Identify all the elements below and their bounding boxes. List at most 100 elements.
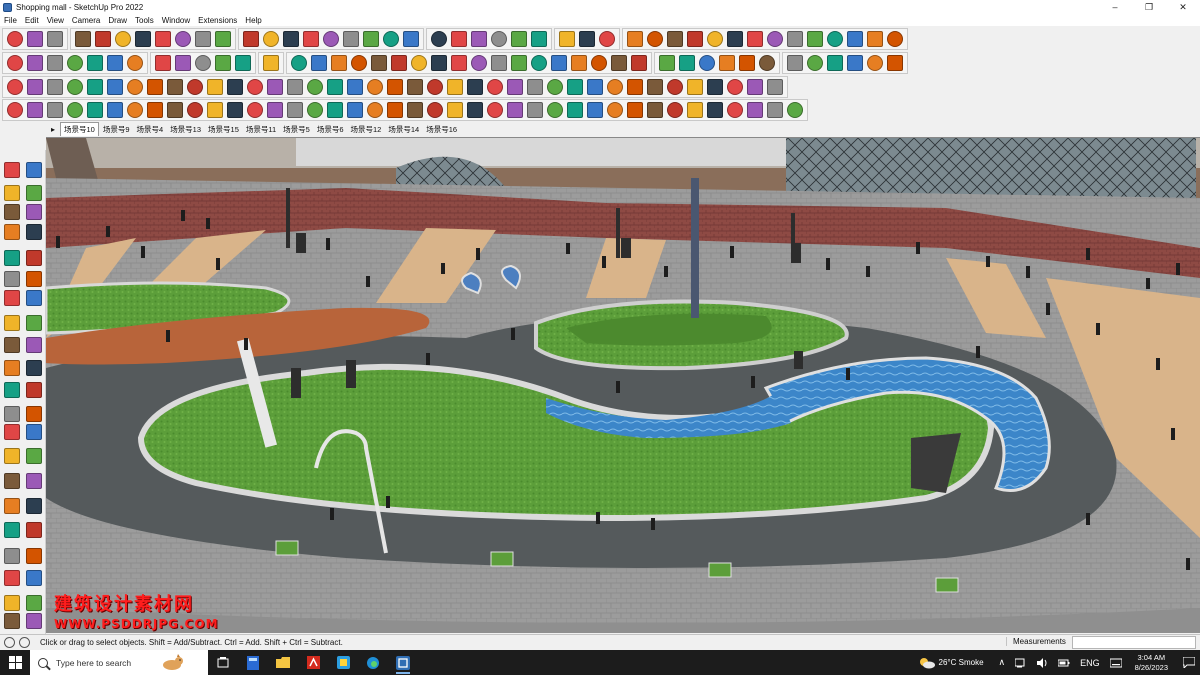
scene-tab[interactable]: 场景号13 — [167, 123, 204, 136]
toolbar-tool-icon[interactable] — [659, 54, 675, 71]
toolbar-tool-icon[interactable] — [667, 30, 683, 47]
tool-palette-icon[interactable] — [4, 406, 20, 422]
battery-icon[interactable] — [1058, 658, 1070, 668]
tool-palette-icon[interactable] — [26, 290, 42, 306]
toolbar-tool-icon[interactable] — [27, 78, 43, 95]
toolbar-tool-icon[interactable] — [687, 78, 703, 95]
speaker-icon[interactable] — [1037, 657, 1048, 668]
toolbar-tool-icon[interactable] — [135, 30, 151, 47]
toolbar-tool-icon[interactable] — [687, 30, 703, 47]
toolbar-tool-icon[interactable] — [471, 30, 487, 47]
toolbar-tool-icon[interactable] — [167, 78, 183, 95]
tool-palette-icon[interactable] — [4, 382, 20, 398]
toolbar-tool-icon[interactable] — [95, 30, 111, 47]
toolbar-tool-icon[interactable] — [579, 30, 595, 47]
toolbar-tool-icon[interactable] — [507, 101, 523, 118]
tool-palette-icon[interactable] — [4, 360, 20, 376]
menu-file[interactable]: File — [4, 16, 17, 25]
toolbar-tool-icon[interactable] — [367, 101, 383, 118]
toolbar-tool-icon[interactable] — [727, 78, 743, 95]
scene-tab[interactable]: 场景号15 — [205, 123, 242, 136]
toolbar-tool-icon[interactable] — [447, 78, 463, 95]
tool-palette-icon[interactable] — [4, 250, 20, 266]
toolbar-tool-icon[interactable] — [27, 30, 43, 47]
toolbar-tool-icon[interactable] — [267, 101, 283, 118]
tool-palette-icon[interactable] — [26, 224, 42, 240]
tool-palette-icon[interactable] — [26, 337, 42, 353]
sketchup-app[interactable] — [388, 650, 418, 675]
toolbar-tool-icon[interactable] — [215, 54, 231, 71]
toolbar-tool-icon[interactable] — [607, 78, 623, 95]
toolbar-tool-icon[interactable] — [707, 101, 723, 118]
toolbar-tool-icon[interactable] — [607, 101, 623, 118]
tool-palette-icon[interactable] — [26, 360, 42, 376]
toolbar-tool-icon[interactable] — [719, 54, 735, 71]
menu-camera[interactable]: Camera — [72, 16, 100, 25]
toolbar-tool-icon[interactable] — [599, 30, 615, 47]
toolbar-tool-icon[interactable] — [487, 78, 503, 95]
tool-palette-icon[interactable] — [26, 424, 42, 440]
acrobat-app[interactable] — [298, 650, 328, 675]
toolbar-tool-icon[interactable] — [67, 101, 83, 118]
toolbar-tool-icon[interactable] — [87, 101, 103, 118]
toolbar-tool-icon[interactable] — [507, 78, 523, 95]
toolbar-tool-icon[interactable] — [627, 78, 643, 95]
toolbar-tool-icon[interactable] — [587, 78, 603, 95]
info-icon[interactable] — [4, 637, 15, 648]
toolbar-tool-icon[interactable] — [283, 30, 299, 47]
toolbar-tool-icon[interactable] — [387, 78, 403, 95]
menu-window[interactable]: Window — [162, 16, 190, 25]
toolbar-tool-icon[interactable] — [611, 54, 627, 71]
tool-palette-icon[interactable] — [4, 185, 20, 201]
toolbar-tool-icon[interactable] — [427, 101, 443, 118]
toolbar-tool-icon[interactable] — [387, 101, 403, 118]
toolbar-tool-icon[interactable] — [407, 78, 423, 95]
measurements-input[interactable] — [1072, 636, 1196, 649]
tool-palette-icon[interactable] — [26, 271, 42, 287]
toolbar-tool-icon[interactable] — [687, 101, 703, 118]
tool-palette-icon[interactable] — [26, 185, 42, 201]
toolbar-tool-icon[interactable] — [343, 30, 359, 47]
model-render[interactable] — [46, 138, 1200, 633]
toolbar-tool-icon[interactable] — [291, 54, 307, 71]
tool-palette-icon[interactable] — [4, 522, 20, 538]
toolbar-tool-icon[interactable] — [47, 30, 63, 47]
toolbar-tool-icon[interactable] — [631, 54, 647, 71]
toolbar-tool-icon[interactable] — [547, 101, 563, 118]
credits-icon[interactable] — [19, 637, 30, 648]
toolbar-tool-icon[interactable] — [67, 78, 83, 95]
toolbar-tool-icon[interactable] — [567, 78, 583, 95]
tool-palette-icon[interactable] — [4, 424, 20, 440]
close-button[interactable]: ✕ — [1166, 0, 1200, 14]
toolbar-tool-icon[interactable] — [147, 78, 163, 95]
toolbar-tool-icon[interactable] — [243, 30, 259, 47]
toolbar-tool-icon[interactable] — [347, 101, 363, 118]
toolbar-tool-icon[interactable] — [371, 54, 387, 71]
toolbar-tool-icon[interactable] — [263, 54, 279, 71]
notifications-icon[interactable] — [1183, 657, 1195, 668]
menu-view[interactable]: View — [47, 16, 64, 25]
toolbar-tool-icon[interactable] — [263, 30, 279, 47]
tool-palette-icon[interactable] — [26, 406, 42, 422]
toolbar-tool-icon[interactable] — [327, 101, 343, 118]
toolbar-tool-icon[interactable] — [759, 54, 775, 71]
toolbar-tool-icon[interactable] — [787, 54, 803, 71]
toolbar-tool-icon[interactable] — [247, 101, 263, 118]
toolbar-tool-icon[interactable] — [127, 78, 143, 95]
toolbar-tool-icon[interactable] — [747, 78, 763, 95]
tool-palette-icon[interactable] — [4, 448, 20, 464]
toolbar-tool-icon[interactable] — [491, 30, 507, 47]
toolbar-tool-icon[interactable] — [363, 30, 379, 47]
toolbar-tool-icon[interactable] — [175, 54, 191, 71]
python-app[interactable] — [328, 650, 358, 675]
scene-tab[interactable]: 场景号16 — [423, 123, 460, 136]
toolbar-tool-icon[interactable] — [7, 30, 23, 47]
toolbar-tool-icon[interactable] — [115, 30, 131, 47]
scene-tab[interactable]: 场景号10 — [60, 122, 99, 136]
toolbar-tool-icon[interactable] — [431, 54, 447, 71]
task-view-button[interactable] — [208, 650, 238, 675]
toolbar-tool-icon[interactable] — [707, 30, 723, 47]
tool-palette-icon[interactable] — [4, 290, 20, 306]
toolbar-tool-icon[interactable] — [887, 30, 903, 47]
toolbar-tool-icon[interactable] — [187, 78, 203, 95]
